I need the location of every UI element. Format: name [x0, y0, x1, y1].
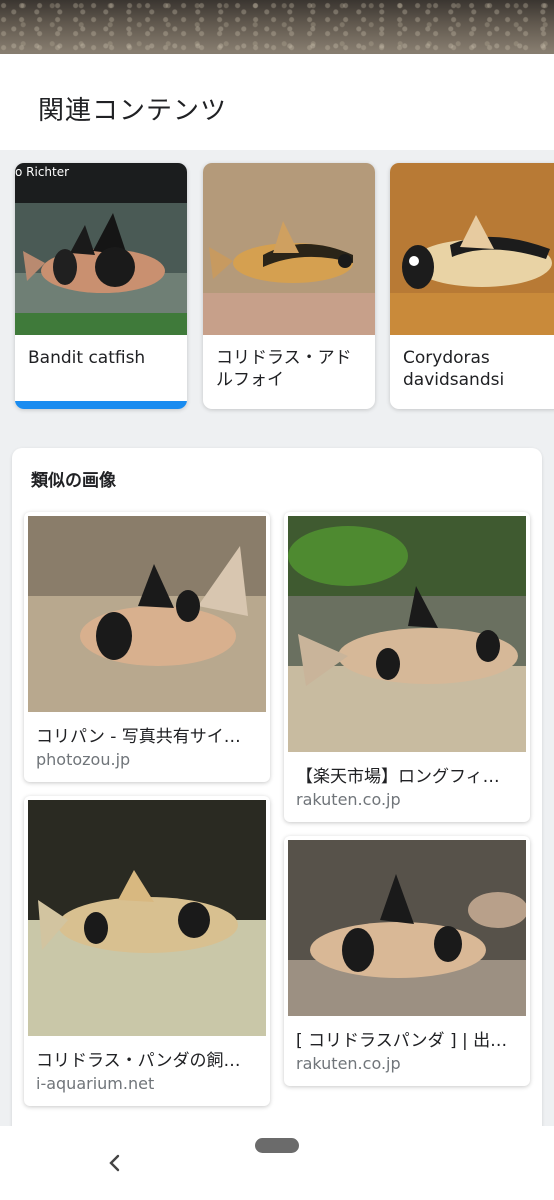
similar-image: [288, 840, 526, 1016]
similar-image: [28, 800, 266, 1036]
similar-image-title: 【楽天市場】ロングフィ…: [296, 767, 500, 787]
similar-image-card[interactable]: 【楽天市場】ロングフィ… rakuten.co.jp: [284, 512, 530, 822]
related-carousel[interactable]: o Richter Bandit catfish コリドラス・アドルフォイ Co…: [0, 150, 554, 425]
similar-image-card[interactable]: コリパン - 写真共有サイ… photozou.jp: [24, 512, 270, 782]
similar-image-title: コリドラス・パンダの飼…: [36, 1051, 241, 1071]
related-thumb: o Richter: [15, 163, 187, 335]
home-pill-icon[interactable]: [255, 1138, 299, 1153]
page-title: 関連コンテンツ: [38, 96, 228, 126]
similar-images-panel: 類似の画像 コリパン - 写真共有サイ… photozou.jp 【楽天市場】ロ…: [12, 448, 542, 1148]
chevron-left-icon[interactable]: [104, 1152, 126, 1174]
similar-image-card[interactable]: コリドラス・パンダの飼… i-aquarium.net: [24, 796, 270, 1106]
similar-image-domain: photozou.jp: [36, 750, 131, 769]
similar-image-domain: i-aquarium.net: [36, 1074, 155, 1093]
related-card-label: Bandit catfish: [28, 348, 146, 368]
similar-image-title: [ コリドラスパンダ ] | 出…: [296, 1031, 508, 1051]
related-card-label: コリドラス・アドルフォイ: [216, 348, 352, 390]
system-nav-bar: [0, 1126, 554, 1200]
similar-image-domain: rakuten.co.jp: [296, 790, 401, 809]
photo-credit: o Richter: [15, 165, 70, 179]
similar-image: [28, 516, 266, 712]
similar-image-title: コリパン - 写真共有サイ…: [36, 727, 241, 747]
active-indicator: [15, 401, 187, 409]
related-card-corydoras-davidsandsi[interactable]: Corydoras davidsandsi: [390, 163, 554, 409]
related-card-corydoras-adolfoi[interactable]: コリドラス・アドルフォイ: [203, 163, 375, 409]
related-content-header: 関連コンテンツ: [0, 54, 554, 150]
hero-image-partial: [0, 0, 554, 54]
similar-image-domain: rakuten.co.jp: [296, 1054, 401, 1073]
related-card-label: Corydoras davidsandsi: [403, 348, 505, 390]
section-title: 類似の画像: [31, 471, 116, 491]
related-card-bandit-catfish[interactable]: o Richter Bandit catfish: [15, 163, 187, 409]
similar-image-card[interactable]: [ コリドラスパンダ ] | 出… rakuten.co.jp: [284, 836, 530, 1086]
related-thumb: [203, 163, 375, 335]
related-thumb: [390, 163, 554, 335]
similar-image: [288, 516, 526, 752]
